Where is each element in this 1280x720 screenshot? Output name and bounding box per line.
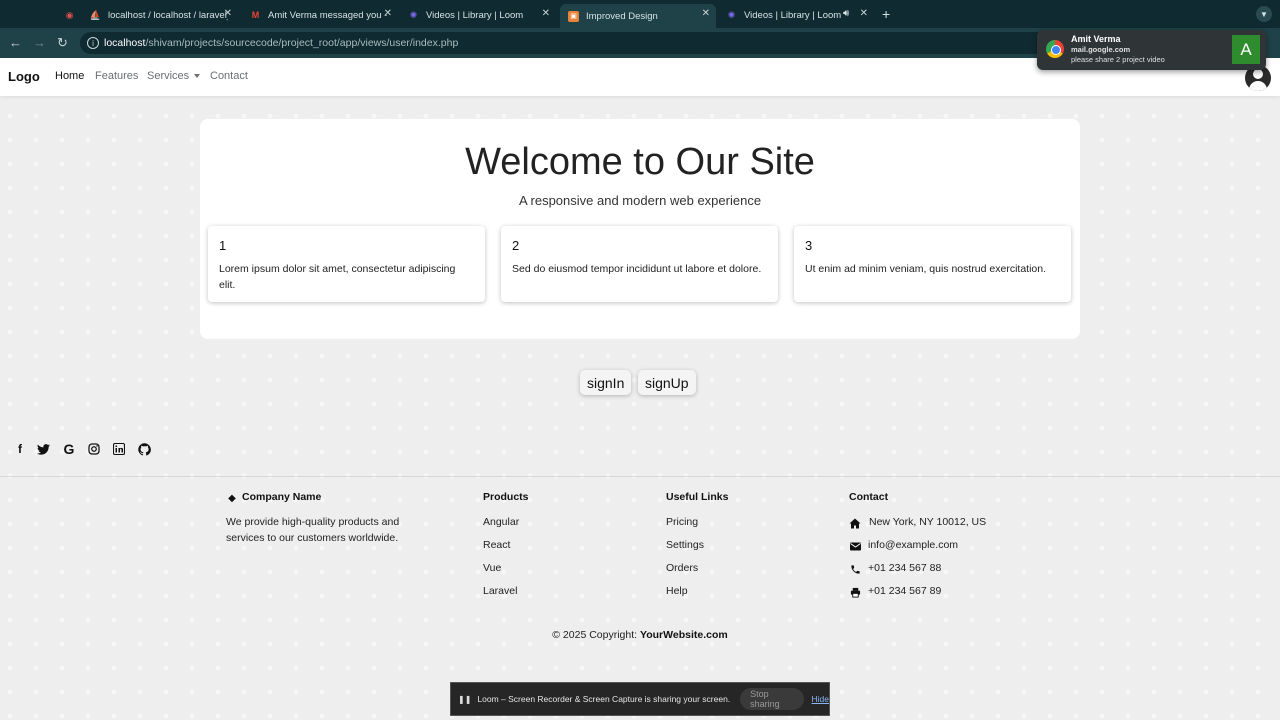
url-host: localhost — [104, 37, 146, 49]
phpmyadmin-icon: ⛵ — [89, 9, 102, 20]
footer-link-angular[interactable]: Angular — [483, 516, 519, 528]
notification-avatar: A — [1232, 35, 1260, 64]
pause-icon[interactable]: ❚❚ — [458, 695, 471, 704]
nav-contact[interactable]: Contact — [210, 70, 248, 82]
footer-contact-fax: +01 234 567 89 — [868, 585, 942, 597]
envelope-icon — [849, 540, 861, 552]
loom-icon: ✺ — [727, 9, 736, 20]
card-text: Sed do eiusmod tempor incididunt ut labo… — [512, 263, 762, 275]
footer-products-heading: Products — [483, 491, 529, 503]
tab-label: Videos | Library | Loom — [744, 9, 842, 21]
close-icon[interactable]: ✕ — [702, 8, 710, 19]
facebook-icon[interactable]: f — [13, 442, 27, 456]
tab-gmail[interactable]: M Amit Verma messaged you - ( ✕ — [242, 4, 398, 26]
footer-link-vue[interactable]: Vue — [483, 562, 501, 574]
back-icon[interactable]: ← — [9, 35, 22, 50]
gmail-notification[interactable]: Amit Verma mail.google.com please share … — [1037, 30, 1266, 70]
chrome-icon — [1046, 40, 1064, 58]
phone-icon — [849, 563, 861, 575]
card-number: 2 — [512, 238, 520, 253]
footer-company-description: We provide high-quality products and ser… — [226, 516, 400, 544]
notification-message: please share 2 project video — [1071, 55, 1165, 64]
page-viewport: Logo Home Features Services Contact Welc… — [0, 58, 1280, 720]
footer-link-pricing[interactable]: Pricing — [666, 516, 698, 528]
footer-contact-address: New York, NY 10012, US — [869, 516, 987, 528]
page-title: Welcome to Our Site — [465, 141, 815, 183]
url-input[interactable]: i localhost/shivam/projects/sourcecode/p… — [80, 32, 1080, 54]
close-icon[interactable]: ✕ — [860, 8, 868, 19]
card-number: 3 — [805, 238, 813, 253]
footer-useful-links-heading: Useful Links — [666, 491, 729, 503]
notification-sender: Amit Verma — [1071, 34, 1121, 44]
footer-company-name: Company Name — [242, 491, 322, 503]
copyright-site-link[interactable]: YourWebsite.com — [640, 629, 728, 641]
loom-icon: ✺ — [409, 9, 418, 20]
footer-contact-email: info@example.com — [868, 539, 959, 551]
hide-button[interactable]: Hide — [812, 694, 829, 704]
footer-divider — [0, 476, 1280, 477]
stop-sharing-button[interactable]: Stop sharing — [740, 688, 804, 710]
hero-section: Welcome to Our Site A responsive and mod… — [200, 119, 1080, 339]
info-icon[interactable]: i — [87, 37, 99, 49]
signin-button[interactable]: signIn — [580, 370, 632, 395]
page-subtitle: A responsive and modern web experience — [518, 193, 762, 208]
gmail-icon: M — [251, 10, 260, 20]
record-icon: ◉ — [65, 9, 74, 20]
feature-card: 3 Ut enim ad minim veniam, quis nostrud … — [794, 226, 1071, 302]
reload-icon[interactable]: ↻ — [57, 35, 68, 51]
nav-services[interactable]: Services — [147, 70, 201, 82]
nav-services-label: Services — [147, 70, 190, 82]
notification-source: mail.google.com — [1071, 45, 1131, 54]
caret-down-icon — [194, 74, 201, 79]
loom-sharing-bar: ❚❚ Loom – Screen Recorder & Screen Captu… — [450, 682, 830, 716]
tab-bar: ◉ ⛵ localhost / localhost / laravel_ ✕ M… — [0, 0, 1280, 28]
tab-label: localhost / localhost / laravel_ — [108, 9, 228, 21]
tab-label: Amit Verma messaged you - ( — [268, 9, 388, 21]
close-icon[interactable]: ✕ — [542, 8, 550, 19]
tab-loom-2[interactable]: ✺ Videos | Library | Loom ✕ — [718, 4, 874, 26]
tab-recording[interactable]: ◉ — [56, 4, 82, 26]
tab-label: Improved Design — [586, 10, 658, 22]
card-text: Ut enim ad minim veniam, quis nostrud ex… — [805, 263, 1047, 275]
footer-contact-heading: Contact — [849, 491, 889, 503]
close-icon[interactable]: ✕ — [384, 8, 392, 19]
printer-icon — [849, 586, 861, 598]
tab-improved-design[interactable]: ▣ Improved Design ✕ — [560, 4, 716, 28]
chevron-down-icon[interactable]: ▼ — [1256, 6, 1272, 22]
footer-link-settings[interactable]: Settings — [666, 539, 704, 551]
tab-loom-1[interactable]: ✺ Videos | Library | Loom ✕ — [400, 4, 556, 26]
footer-link-laravel[interactable]: Laravel — [483, 585, 517, 597]
close-icon[interactable]: ✕ — [224, 8, 232, 19]
tab-phpmyadmin[interactable]: ⛵ localhost / localhost / laravel_ ✕ — [82, 4, 238, 26]
copyright: © 2025 Copyright: YourWebsite.com — [0, 629, 1280, 641]
gem-icon: ◆ — [228, 492, 236, 504]
linkedin-icon[interactable] — [112, 442, 126, 456]
new-tab-icon[interactable]: + — [882, 6, 890, 22]
forward-icon[interactable]: → — [33, 35, 46, 50]
card-text: Lorem ipsum dolor sit amet, consectetur … — [219, 263, 456, 291]
speaker-icon[interactable]: 🔊︎ — [843, 8, 849, 19]
feature-card: 2 Sed do eiusmod tempor incididunt ut la… — [501, 226, 778, 302]
tab-label: Videos | Library | Loom — [426, 9, 524, 21]
copyright-prefix: © 2025 Copyright: — [552, 629, 638, 641]
url-path: /shivam/projects/sourcecode/project_root… — [145, 37, 459, 49]
twitter-icon[interactable] — [36, 442, 50, 456]
footer-link-help[interactable]: Help — [666, 585, 688, 597]
github-icon[interactable] — [137, 442, 151, 456]
nav-features[interactable]: Features — [95, 70, 138, 82]
loom-sharing-message: Loom – Screen Recorder & Screen Capture … — [477, 694, 731, 704]
signup-button[interactable]: signUp — [638, 370, 696, 395]
footer-link-react[interactable]: React — [483, 539, 510, 551]
page-icon: ▣ — [568, 10, 579, 22]
home-icon — [849, 517, 861, 529]
site-logo[interactable]: Logo — [8, 69, 40, 84]
footer-link-orders[interactable]: Orders — [666, 562, 698, 574]
instagram-icon[interactable] — [87, 442, 101, 456]
google-icon[interactable]: G — [62, 441, 76, 457]
footer-contact-phone: +01 234 567 88 — [868, 562, 942, 574]
card-number: 1 — [219, 238, 227, 253]
nav-home[interactable]: Home — [55, 70, 84, 82]
feature-card: 1 Lorem ipsum dolor sit amet, consectetu… — [208, 226, 485, 302]
